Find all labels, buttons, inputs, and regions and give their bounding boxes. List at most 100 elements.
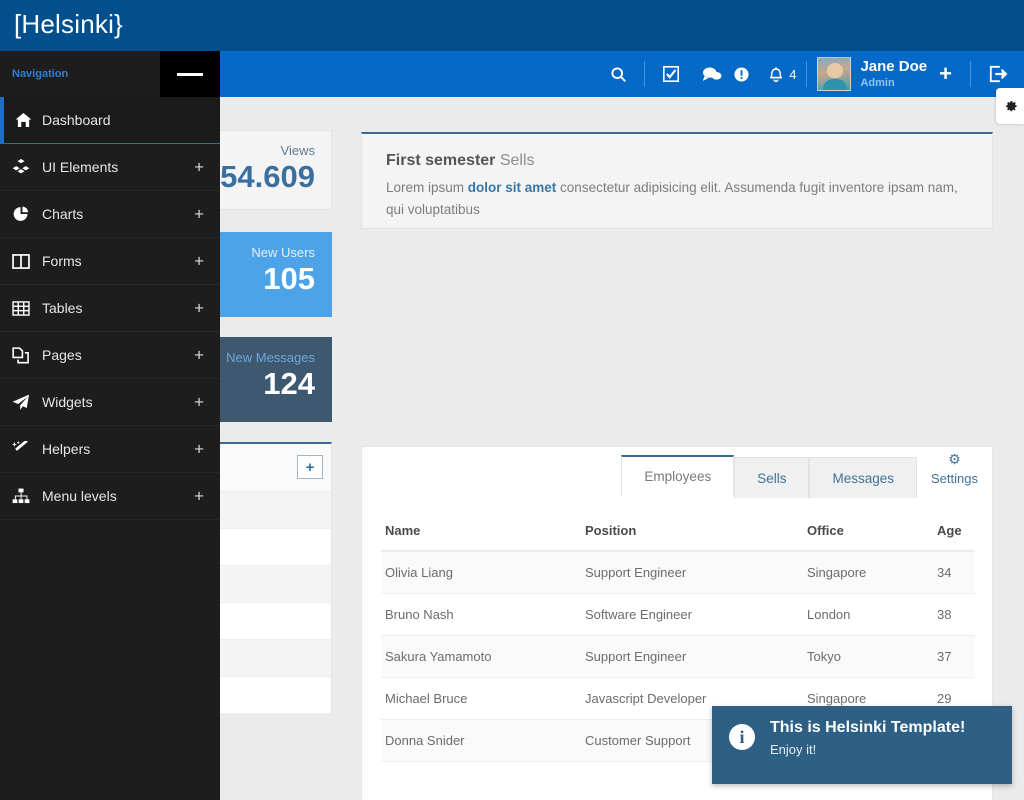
- gear-icon: [1005, 100, 1017, 111]
- add-label: +: [939, 61, 952, 86]
- avatar[interactable]: [817, 57, 852, 91]
- sidebar-item-label: Widgets: [42, 394, 93, 410]
- table-row[interactable]: Sakura Yamamoto Support Engineer Tokyo 3…: [381, 635, 975, 678]
- expand-icon[interactable]: +: [194, 159, 204, 176]
- sitemap-icon: [0, 488, 42, 504]
- brand-logo[interactable]: [Helsinki}: [14, 9, 123, 40]
- tasks-icon[interactable]: [651, 51, 691, 97]
- cell-name: Michael Bruce: [381, 677, 581, 720]
- tab-settings[interactable]: ⚙ Settings: [917, 445, 992, 496]
- cell-age: 37: [933, 635, 975, 678]
- column-header-office[interactable]: Office: [803, 513, 933, 552]
- expand-icon[interactable]: +: [194, 441, 204, 458]
- cell-age: 34: [933, 551, 975, 594]
- user-name: Jane Doe: [860, 57, 928, 75]
- column-header-position[interactable]: Position: [581, 513, 803, 552]
- sidebar-item-label: Dashboard: [42, 112, 111, 128]
- add-button[interactable]: +: [927, 51, 964, 97]
- sidebar-item-label: Pages: [42, 347, 82, 363]
- header-divider: [644, 61, 646, 87]
- sidebar-item-label: Menu levels: [42, 488, 117, 504]
- tab-messages[interactable]: Messages: [809, 457, 918, 498]
- brand-bar: [Helsinki}: [0, 0, 1024, 51]
- table-icon: [0, 300, 42, 316]
- sidebar-item-label: Forms: [42, 253, 82, 269]
- column-header-age[interactable]: Age: [933, 513, 975, 552]
- sidebar: Navigation Dashboard UI Elements + Chart…: [0, 51, 220, 800]
- copy-icon: [0, 346, 42, 364]
- sidebar-item-dashboard[interactable]: Dashboard: [0, 97, 220, 144]
- sidebar-item-label: Charts: [42, 206, 84, 222]
- user-menu[interactable]: Jane Doe Admin: [860, 57, 928, 90]
- magic-wand-icon: [0, 440, 42, 458]
- intro-panel: First semester Sells Lorem ipsum dolor s…: [361, 132, 993, 229]
- toast-title: This is Helsinki Template!: [770, 719, 966, 736]
- tab-settings-label: Settings: [931, 471, 978, 486]
- notification-count: 4: [789, 66, 797, 82]
- sidebar-item-forms[interactable]: Forms +: [0, 238, 220, 285]
- expand-icon[interactable]: +: [194, 347, 204, 364]
- comments-icon[interactable]: [691, 51, 726, 97]
- sidebar-item-widgets[interactable]: Widgets +: [0, 379, 220, 426]
- cell-position: Support Engineer: [581, 635, 803, 678]
- paper-plane-icon: [0, 394, 42, 411]
- cell-office: London: [803, 593, 933, 636]
- intro-text-before: Lorem ipsum: [386, 180, 468, 195]
- alert-badge-icon[interactable]: [726, 51, 757, 97]
- settings-panel-toggle[interactable]: [996, 88, 1024, 124]
- sidebar-item-tables[interactable]: Tables +: [0, 285, 220, 332]
- panel-title-strong: First semester: [386, 152, 496, 169]
- cell-age: 38: [933, 593, 975, 636]
- toast-notification[interactable]: i This is Helsinki Template! Enjoy it!: [712, 706, 1012, 784]
- cell-name: Donna Snider: [381, 719, 581, 762]
- tab-employees[interactable]: Employees: [621, 455, 735, 496]
- sidebar-item-pages[interactable]: Pages +: [0, 332, 220, 379]
- header-actions: 4 Jane Doe Admin +: [599, 51, 1024, 97]
- sidebar-item-charts[interactable]: Charts +: [0, 191, 220, 238]
- home-icon: [4, 112, 42, 128]
- sidebar-item-label: Helpers: [42, 441, 91, 457]
- columns-icon: [0, 253, 42, 269]
- dashboard-page: [Helsinki} 4 Jane Doe Admin + Views 154.…: [0, 0, 1024, 800]
- todo-add-button[interactable]: +: [297, 455, 323, 479]
- tab-sells[interactable]: Sells: [734, 457, 810, 498]
- cell-office: Singapore: [803, 551, 933, 594]
- expand-icon[interactable]: +: [194, 206, 204, 223]
- panel-title-rest: Sells: [495, 152, 535, 169]
- sidebar-toggle-button[interactable]: [160, 51, 220, 97]
- header-divider-3: [970, 61, 971, 87]
- sidebar-item-menu-levels[interactable]: Menu levels +: [0, 473, 220, 520]
- search-icon[interactable]: [599, 51, 638, 97]
- cell-position: Software Engineer: [581, 593, 803, 636]
- sidebar-nav-label: Navigation: [12, 68, 69, 80]
- user-role: Admin: [860, 77, 895, 90]
- cell-name: Bruno Nash: [381, 593, 581, 636]
- table-row[interactable]: Bruno Nash Software Engineer London 38: [381, 593, 975, 636]
- cubes-icon: [0, 159, 42, 175]
- intro-link[interactable]: dolor sit amet: [468, 180, 557, 195]
- panel-description: Lorem ipsum dolor sit amet consectetur a…: [386, 177, 968, 221]
- expand-icon[interactable]: +: [194, 488, 204, 505]
- cell-office: Tokyo: [803, 635, 933, 678]
- table-header-row: Name Position Office Age: [381, 513, 975, 552]
- gear-icon: ⚙: [948, 451, 961, 467]
- table-header: Name Position Office Age: [381, 513, 975, 552]
- sidebar-item-helpers[interactable]: Helpers +: [0, 426, 220, 473]
- panel-title: First semester Sells: [386, 152, 968, 170]
- expand-icon[interactable]: +: [194, 300, 204, 317]
- header-divider-2: [806, 61, 808, 87]
- expand-icon[interactable]: +: [194, 394, 204, 411]
- sidebar-item-ui-elements[interactable]: UI Elements +: [0, 144, 220, 191]
- cell-position: Support Engineer: [581, 551, 803, 594]
- tab-bar: Employees Sells Messages ⚙ Settings: [621, 445, 992, 498]
- table-row[interactable]: Olivia Liang Support Engineer Singapore …: [381, 551, 975, 594]
- bell-icon[interactable]: 4: [757, 51, 800, 97]
- sidebar-item-label: UI Elements: [42, 159, 119, 175]
- info-icon: i: [729, 724, 755, 750]
- hamburger-icon: [177, 72, 203, 76]
- expand-icon[interactable]: +: [194, 253, 204, 270]
- sidebar-header: Navigation: [0, 51, 220, 97]
- sidebar-item-label: Tables: [42, 300, 83, 316]
- toast-body: Enjoy it!: [770, 742, 817, 757]
- column-header-name[interactable]: Name: [381, 513, 581, 552]
